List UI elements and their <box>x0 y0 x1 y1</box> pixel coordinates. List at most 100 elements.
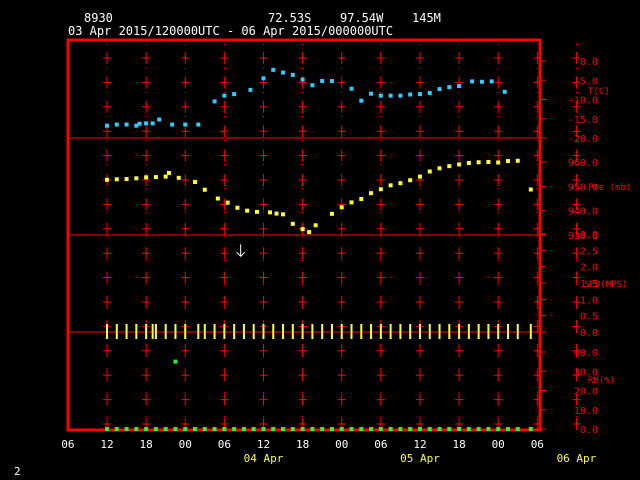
y-tick-label: 20.0 <box>574 387 598 398</box>
temperature-point <box>408 92 413 97</box>
pressure-point <box>193 179 198 184</box>
pressure-point <box>166 170 171 175</box>
temperature-point <box>479 79 484 84</box>
wind-speed-mark <box>506 324 509 339</box>
rh-bottom-point <box>466 427 471 431</box>
pressure-point <box>268 210 272 215</box>
temperature-point <box>170 122 175 127</box>
rh-bottom-point <box>457 427 462 431</box>
temperature-point <box>437 87 442 92</box>
temperature-point <box>157 117 162 122</box>
pressure-point <box>515 158 520 163</box>
wind-speed-mark <box>213 324 216 339</box>
temperature-point <box>388 93 393 98</box>
rh-bottom-point <box>134 427 139 431</box>
rh-bottom-point <box>153 427 158 431</box>
wind-speed-mark <box>370 324 373 339</box>
pressure-point <box>339 205 344 210</box>
x-day-label: 05 Apr <box>400 452 440 465</box>
temperature-point <box>310 83 315 88</box>
x-tick-label: 18 <box>139 438 152 451</box>
x-tick-label: 06 <box>374 438 387 451</box>
rh-bottom-point <box>339 427 344 431</box>
rh-bottom-point <box>124 427 129 431</box>
wind-speed-mark <box>135 324 138 339</box>
pressure-point <box>300 227 305 232</box>
temperature-point <box>320 79 325 84</box>
wind-speed-mark <box>282 324 285 339</box>
wind-speed-mark <box>340 324 343 339</box>
pressure-point <box>134 176 139 181</box>
x-tick-label: 06 <box>218 438 231 451</box>
rh-bottom-point <box>320 427 325 431</box>
wind-speed-mark <box>448 324 451 339</box>
x-tick-label: 06 <box>531 438 544 451</box>
temperature-point <box>196 122 201 127</box>
wind-speed-mark <box>242 324 245 339</box>
pressure-point <box>388 183 393 188</box>
rh-bottom-point <box>212 427 217 431</box>
rh-bottom-point <box>271 427 276 431</box>
wind-speed-mark <box>529 324 532 339</box>
wind-speed-mark <box>360 324 363 339</box>
wind-speed-mark <box>409 324 412 339</box>
y-tick-label: 10.0 <box>574 406 598 417</box>
x-tick-label: 00 <box>179 438 192 451</box>
pressure-point <box>290 221 295 226</box>
wind-speed-mark <box>516 324 519 339</box>
y-tick-label: 960.0 <box>568 158 598 169</box>
temperature-point <box>489 79 494 84</box>
y-tick-label: 2.5 <box>580 246 598 257</box>
panel-label-temperature: T(C) <box>588 87 610 97</box>
rh-bottom-point <box>369 427 374 431</box>
y-tick-label: 3.0 <box>580 230 598 241</box>
temperature-point <box>261 76 266 81</box>
pressure-point <box>215 196 220 201</box>
pressure-point <box>245 208 250 213</box>
rh-bottom-point <box>193 427 198 431</box>
temperature-point <box>124 122 129 127</box>
temperature-point <box>137 121 142 126</box>
rh-bottom-point <box>359 427 364 431</box>
pressure-point <box>359 196 364 201</box>
temperature-point <box>290 72 295 77</box>
rh-bottom-point <box>300 427 305 431</box>
temperature-point <box>183 122 188 127</box>
pressure-point <box>398 181 403 186</box>
wind-speed-mark <box>330 324 333 339</box>
y-tick-label: -5.0 <box>574 76 598 87</box>
temperature-point <box>457 84 462 89</box>
temperature-point <box>329 79 334 84</box>
wind-speed-mark <box>203 324 206 339</box>
rh-bottom-point <box>202 427 207 431</box>
y-tick-label: 940.0 <box>568 207 598 218</box>
rh-bottom-point <box>447 427 452 431</box>
temperature-point <box>114 122 119 127</box>
wind-speed-mark <box>497 324 500 339</box>
x-tick-label: 00 <box>492 438 505 451</box>
rh-bottom-point <box>105 427 109 431</box>
wind-speed-mark <box>262 324 265 339</box>
wind-speed-mark <box>252 324 255 339</box>
temperature-point <box>144 121 149 126</box>
temperature-point <box>502 89 507 94</box>
rh-bottom-point <box>163 427 168 431</box>
wind-speed-mark <box>197 324 200 339</box>
wind-speed-mark <box>467 324 470 339</box>
wind-speed-mark <box>154 324 157 339</box>
wind-speed-mark <box>311 324 314 339</box>
wind-speed-mark <box>125 324 128 339</box>
wind-speed-mark <box>174 324 177 339</box>
rh-bottom-point <box>427 427 432 431</box>
wind-speed-mark <box>301 324 304 339</box>
temperature-point <box>105 123 109 128</box>
pressure-point <box>105 177 109 182</box>
pressure-point <box>144 175 149 180</box>
wind-speed-mark <box>438 324 441 339</box>
pressure-point <box>427 169 432 174</box>
wind-speed-mark <box>458 324 461 339</box>
rh-bottom-point <box>378 427 383 431</box>
x-tick-label: 12 <box>100 438 113 451</box>
rh-bottom-point <box>329 427 334 431</box>
wind-speed-mark <box>428 324 431 339</box>
